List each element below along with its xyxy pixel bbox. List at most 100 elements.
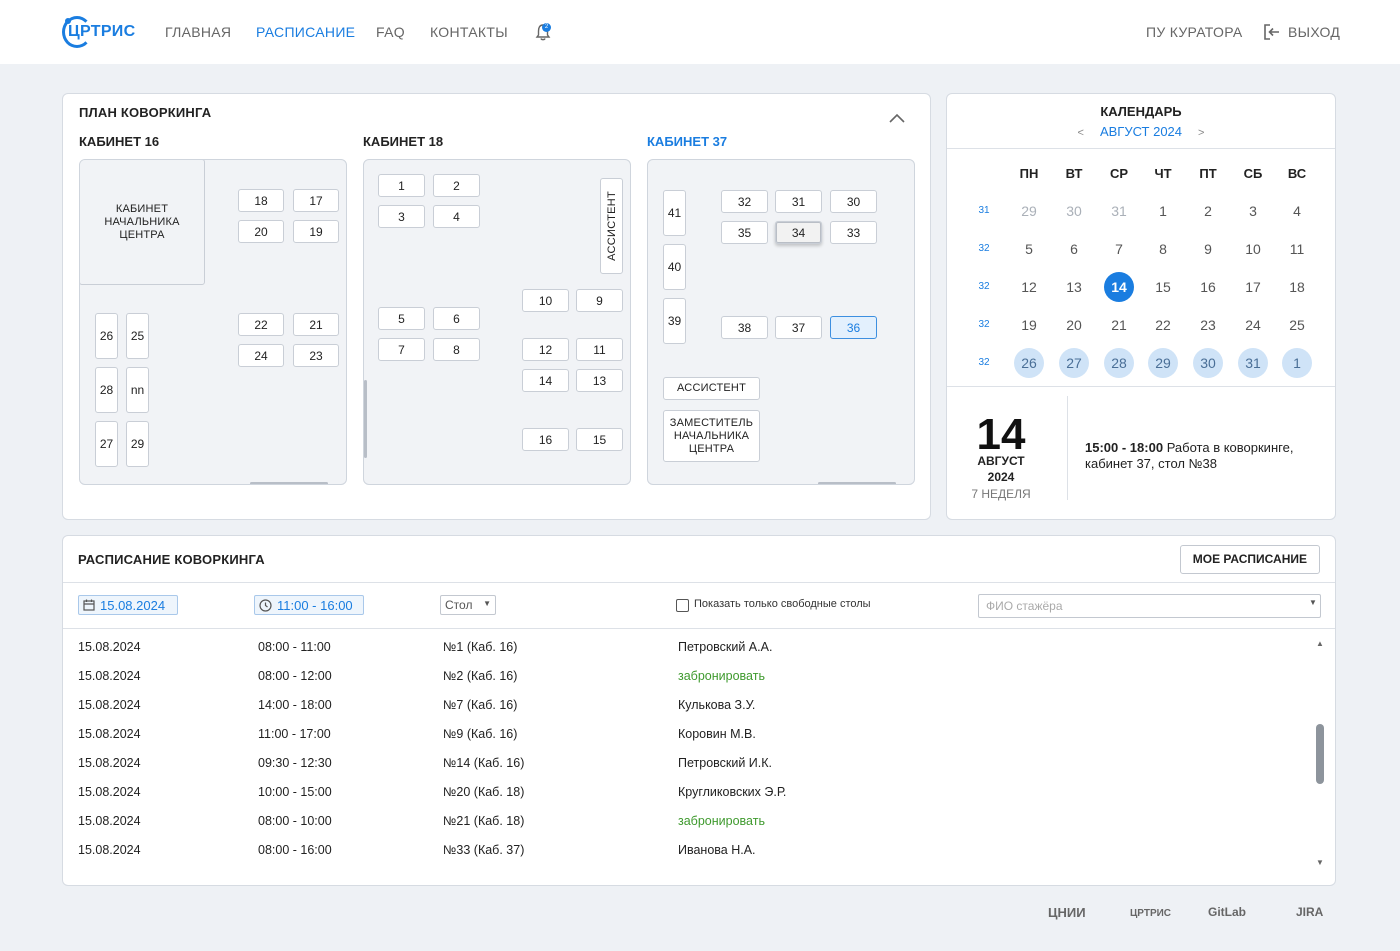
desk-14[interactable]: 14 xyxy=(522,369,569,392)
dropdown-caret-icon[interactable]: ▼ xyxy=(1309,598,1317,607)
desk-3[interactable]: 3 xyxy=(378,205,425,228)
desk-6[interactable]: 6 xyxy=(433,307,480,330)
desk-26[interactable]: 26 xyxy=(95,313,118,359)
calendar-day-range[interactable]: 29 xyxy=(1148,348,1178,378)
desk-16[interactable]: 16 xyxy=(522,428,569,451)
calendar-day[interactable]: 24 xyxy=(1238,310,1268,340)
desk-select[interactable]: Стол ▼ xyxy=(440,595,496,615)
calendar-day[interactable]: 29 xyxy=(1014,196,1044,226)
calendar-day-today[interactable]: 14 xyxy=(1104,272,1134,302)
calendar-day[interactable]: 9 xyxy=(1193,234,1223,264)
desk-25[interactable]: 25 xyxy=(126,313,149,359)
intern-name-input[interactable] xyxy=(978,594,1321,618)
desk-30[interactable]: 30 xyxy=(830,190,877,213)
calendar-day[interactable]: 22 xyxy=(1148,310,1178,340)
desk-32[interactable]: 32 xyxy=(721,190,768,213)
calendar-day[interactable]: 17 xyxy=(1238,272,1268,302)
table-row[interactable]: 15.08.2024 14:00 - 18:00 №7 (Каб. 16) Ку… xyxy=(78,690,1308,719)
table-row[interactable]: 15.08.2024 09:30 - 12:30 №14 (Каб. 16) П… xyxy=(78,748,1308,777)
desk-10[interactable]: 10 xyxy=(522,289,569,312)
calendar-day[interactable]: 6 xyxy=(1059,234,1089,264)
desk-4[interactable]: 4 xyxy=(433,205,480,228)
calendar-day-range[interactable]: 27 xyxy=(1059,348,1089,378)
assistant-desk-18[interactable]: АССИСТЕНТ xyxy=(600,178,623,274)
calendar-day[interactable]: 25 xyxy=(1282,310,1312,340)
calendar-day[interactable]: 10 xyxy=(1238,234,1268,264)
calendar-day-range[interactable]: 28 xyxy=(1104,348,1134,378)
desk-34[interactable]: 34 xyxy=(775,221,822,244)
desk-28[interactable]: 28 xyxy=(95,367,118,413)
deputy-desk[interactable]: ЗАМЕСТИТЕЛЬ НАЧАЛЬНИКА ЦЕНТРА xyxy=(663,410,760,462)
table-row[interactable]: 15.08.2024 11:00 - 17:00 №9 (Каб. 16) Ко… xyxy=(78,719,1308,748)
desk-2[interactable]: 2 xyxy=(433,174,480,197)
desk-5[interactable]: 5 xyxy=(378,307,425,330)
desk-41[interactable]: 41 xyxy=(663,190,686,236)
desk-23[interactable]: 23 xyxy=(293,344,339,367)
next-month-button[interactable]: > xyxy=(1198,127,1204,139)
date-filter[interactable]: 15.08.2024 xyxy=(78,595,178,615)
scroll-up-icon[interactable]: ▲ xyxy=(1316,639,1324,648)
desk-8[interactable]: 8 xyxy=(433,338,480,361)
calendar-day[interactable]: 8 xyxy=(1148,234,1178,264)
calendar-day[interactable]: 19 xyxy=(1014,310,1044,340)
calendar-day[interactable]: 3 xyxy=(1238,196,1268,226)
desk-19[interactable]: 19 xyxy=(293,220,339,243)
time-filter[interactable]: 11:00 - 16:00 xyxy=(254,595,364,615)
desk-38[interactable]: 38 xyxy=(721,316,768,339)
logout-link[interactable]: ВЫХОД xyxy=(1288,24,1340,40)
footer-logo-crtris[interactable]: ЦРТРИС xyxy=(1130,908,1171,919)
calendar-day-range[interactable]: 1 xyxy=(1282,348,1312,378)
calendar-day[interactable]: 11 xyxy=(1282,234,1312,264)
desk-36[interactable]: 36 xyxy=(830,316,877,339)
footer-logo-cnii[interactable]: ЦНИИ xyxy=(1048,905,1086,920)
calendar-day[interactable]: 7 xyxy=(1104,234,1134,264)
calendar-day[interactable]: 21 xyxy=(1104,310,1134,340)
footer-logo-gitlab[interactable]: GitLab xyxy=(1208,905,1246,919)
calendar-day[interactable]: 5 xyxy=(1014,234,1044,264)
calendar-day-range[interactable]: 31 xyxy=(1238,348,1268,378)
calendar-day[interactable]: 4 xyxy=(1282,196,1312,226)
calendar-day[interactable]: 1 xyxy=(1148,196,1178,226)
logo[interactable]: ЦРТРИС xyxy=(62,14,135,50)
desk-7[interactable]: 7 xyxy=(378,338,425,361)
desk-21[interactable]: 21 xyxy=(293,313,339,336)
book-link[interactable]: забронировать xyxy=(678,669,765,683)
desk-18[interactable]: 18 xyxy=(238,189,284,212)
book-link[interactable]: забронировать xyxy=(678,814,765,828)
my-schedule-button[interactable]: МОЕ РАСПИСАНИЕ xyxy=(1179,545,1320,574)
desk-1[interactable]: 1 xyxy=(378,174,425,197)
desk-24[interactable]: 24 xyxy=(238,344,284,367)
calendar-day[interactable]: 2 xyxy=(1193,196,1223,226)
table-row[interactable]: 15.08.2024 08:00 - 10:00 №21 (Каб. 18) з… xyxy=(78,806,1308,835)
desk-9[interactable]: 9 xyxy=(576,289,623,312)
only-free-label[interactable]: Показать только свободные столы xyxy=(694,598,871,610)
table-scrollbar-thumb[interactable] xyxy=(1316,724,1324,784)
calendar-day[interactable]: 20 xyxy=(1059,310,1089,340)
desk-27[interactable]: 27 xyxy=(95,421,118,467)
desk-17[interactable]: 17 xyxy=(293,189,339,212)
table-row[interactable]: 15.08.2024 10:00 - 15:00 №20 (Каб. 18) К… xyxy=(78,777,1308,806)
calendar-day[interactable]: 23 xyxy=(1193,310,1223,340)
desk-29[interactable]: 29 xyxy=(126,421,149,467)
desk-11[interactable]: 11 xyxy=(576,338,623,361)
desk-20[interactable]: 20 xyxy=(238,220,284,243)
collapse-chevron-icon[interactable] xyxy=(888,112,906,124)
desk-37[interactable]: 37 xyxy=(775,316,822,339)
calendar-day[interactable]: 30 xyxy=(1059,196,1089,226)
room-37-scrollbar[interactable] xyxy=(818,482,896,484)
calendar-day-range[interactable]: 26 xyxy=(1014,348,1044,378)
prev-month-button[interactable]: < xyxy=(1078,127,1084,139)
desk-15[interactable]: 15 xyxy=(576,428,623,451)
nav-schedule[interactable]: РАСПИСАНИЕ xyxy=(256,24,355,40)
logout-icon[interactable] xyxy=(1262,22,1282,42)
desk-33[interactable]: 33 xyxy=(830,221,877,244)
assistant-desk-37[interactable]: АССИСТЕНТ xyxy=(663,377,760,400)
scroll-down-icon[interactable]: ▼ xyxy=(1316,858,1324,867)
calendar-day[interactable]: 18 xyxy=(1282,272,1312,302)
only-free-checkbox[interactable] xyxy=(676,599,689,612)
table-row[interactable]: 15.08.2024 08:00 - 11:00 №1 (Каб. 16) Пе… xyxy=(78,632,1308,661)
desk-22[interactable]: 22 xyxy=(238,313,284,336)
desk-13[interactable]: 13 xyxy=(576,369,623,392)
nav-main[interactable]: ГЛАВНАЯ xyxy=(165,24,231,40)
curator-link[interactable]: ПУ КУРАТОРА xyxy=(1146,24,1243,40)
